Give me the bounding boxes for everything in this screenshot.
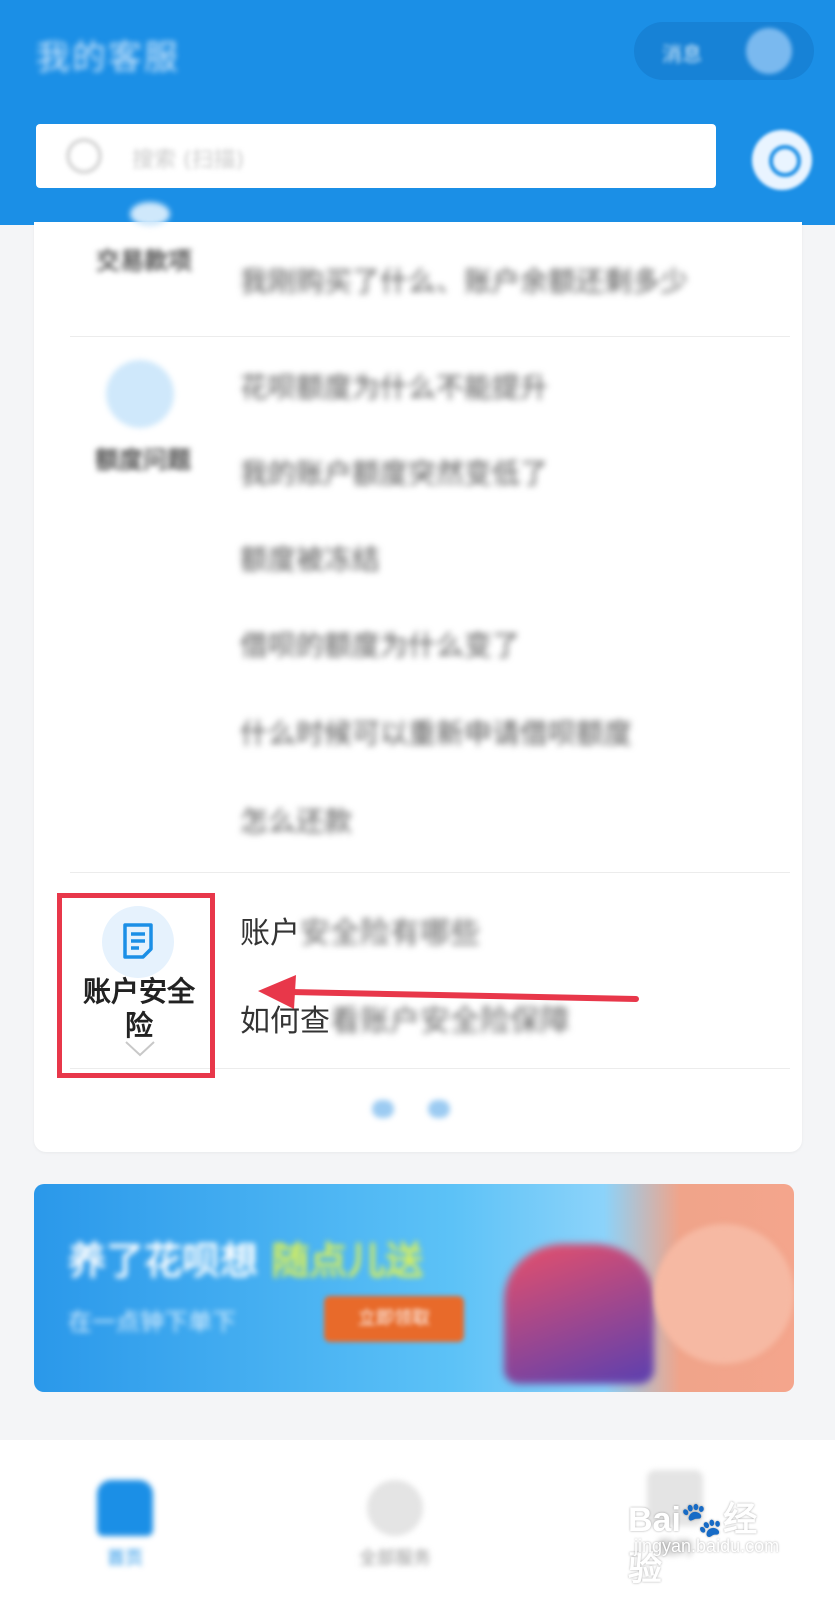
tab-label: 首页 <box>107 1548 143 1569</box>
banner-illustration <box>504 1244 654 1384</box>
services-icon <box>367 1480 423 1536</box>
tab-services[interactable]: 全部服务 <box>340 1480 450 1570</box>
watermark: Bai🐾经验 jingyan.baidu.com <box>628 1492 780 1588</box>
pager-dots[interactable] <box>372 1094 458 1124</box>
banner-subtitle: 在一点钟下单下 <box>68 1308 236 1336</box>
pager-dot <box>372 1100 394 1118</box>
promo-banner[interactable]: 养了花呗想 随点儿送 在一点钟下单下 立即领取 <box>34 1184 794 1392</box>
pager-dot <box>428 1100 450 1118</box>
tab-label: 全部服务 <box>359 1548 431 1569</box>
tab-home[interactable]: 首页 <box>90 1480 160 1570</box>
banner-title: 养了花呗想 随点儿送 <box>68 1239 424 1283</box>
phone-icon <box>654 1224 794 1364</box>
home-icon <box>97 1480 153 1536</box>
banner-button[interactable]: 立即领取 <box>324 1296 464 1342</box>
watermark-url: jingyan.baidu.com <box>634 1536 780 1556</box>
